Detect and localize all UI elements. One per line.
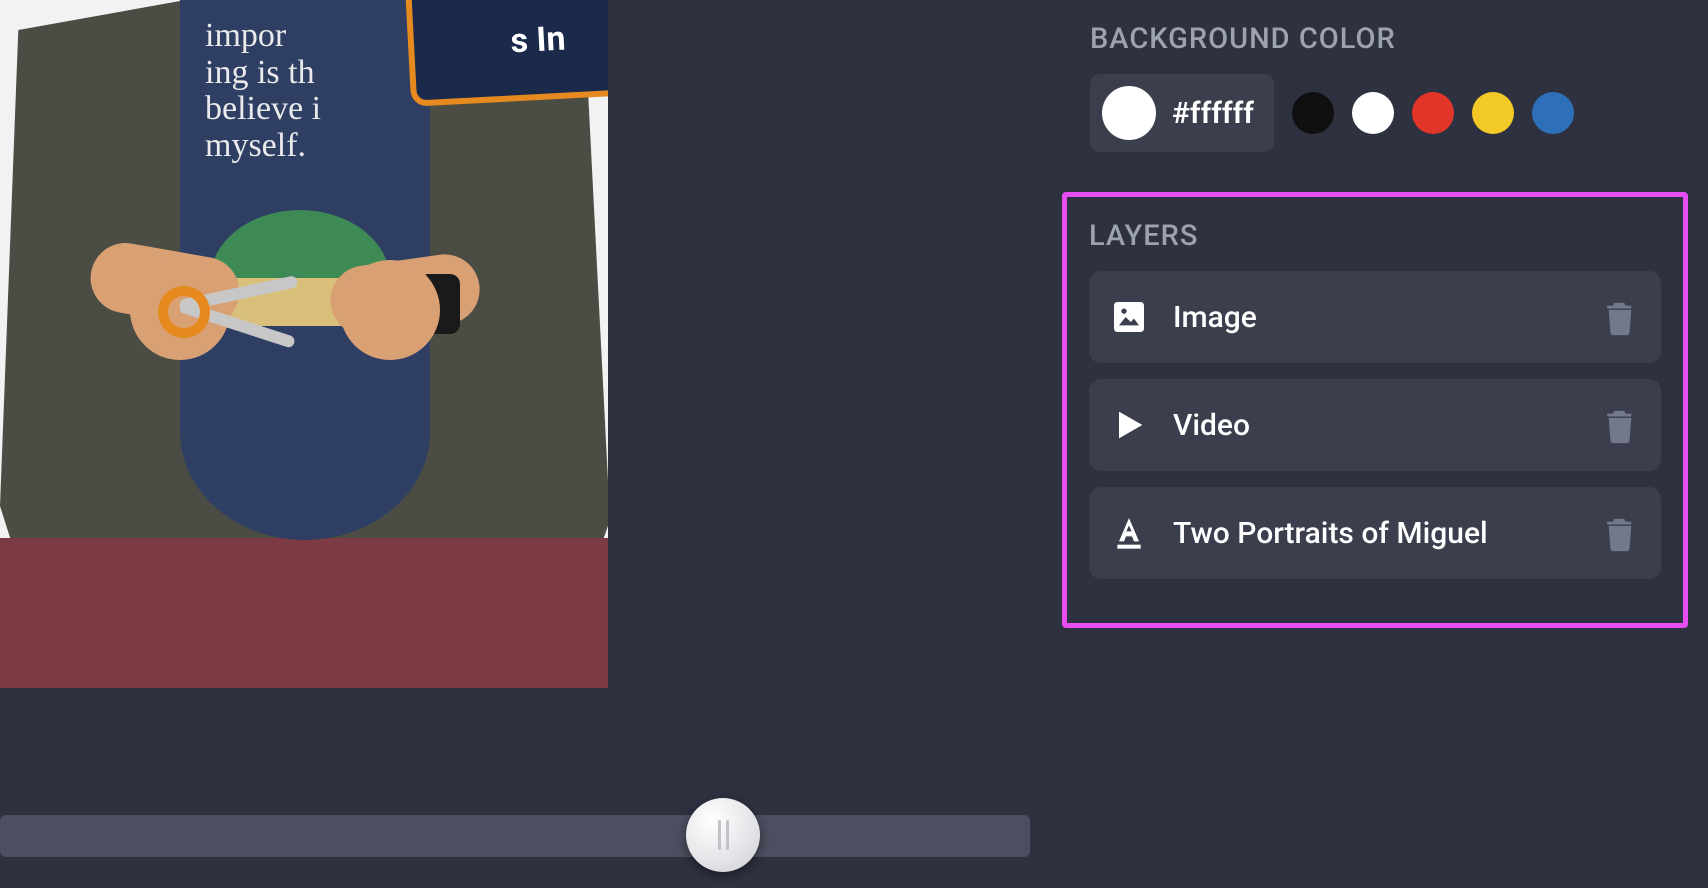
tshirt-text: impor ing is th believe i myself. — [205, 18, 385, 165]
preset-color-black[interactable] — [1292, 92, 1334, 134]
background-color-hex: #ffffff — [1172, 96, 1254, 131]
delete-layer-button[interactable] — [1603, 298, 1637, 336]
preset-color-red[interactable] — [1412, 92, 1454, 134]
layer-row-text[interactable]: Two Portraits of Miguel — [1089, 487, 1661, 579]
background-color-picker[interactable]: #ffffff — [1090, 74, 1274, 152]
side-panel: BACKGROUND COLOR #ffffff LAYERS Image — [1050, 0, 1700, 888]
layers-section-highlight: LAYERS Image Video — [1062, 192, 1688, 628]
text-underline-icon — [1109, 513, 1149, 553]
timeline-track[interactable] — [0, 815, 1030, 857]
background-color-swatch — [1102, 86, 1156, 140]
layer-label: Video — [1173, 408, 1579, 443]
layer-label: Image — [1173, 300, 1579, 335]
layers-section-label: LAYERS — [1089, 219, 1661, 253]
background-color-row: #ffffff — [1090, 74, 1670, 152]
background-color-section-label: BACKGROUND COLOR — [1090, 22, 1670, 56]
layers-list: Image Video Two Portraits of Miguel — [1089, 271, 1661, 579]
preset-color-yellow[interactable] — [1472, 92, 1514, 134]
delete-layer-button[interactable] — [1603, 514, 1637, 552]
preset-color-blue[interactable] — [1532, 92, 1574, 134]
delete-layer-button[interactable] — [1603, 406, 1637, 444]
wall-banner: s In — [405, 0, 608, 107]
timeline-thumb[interactable] — [686, 798, 760, 872]
layer-label: Two Portraits of Miguel — [1173, 516, 1579, 551]
layer-row-video[interactable]: Video — [1089, 379, 1661, 471]
layer-row-image[interactable]: Image — [1089, 271, 1661, 363]
canvas-preview[interactable]: impor ing is th believe i myself. s In — [0, 0, 608, 688]
play-icon — [1109, 405, 1149, 445]
image-icon — [1109, 297, 1149, 337]
video-frame-illustration: impor ing is th believe i myself. s In — [0, 0, 608, 688]
preset-color-white[interactable] — [1352, 92, 1394, 134]
